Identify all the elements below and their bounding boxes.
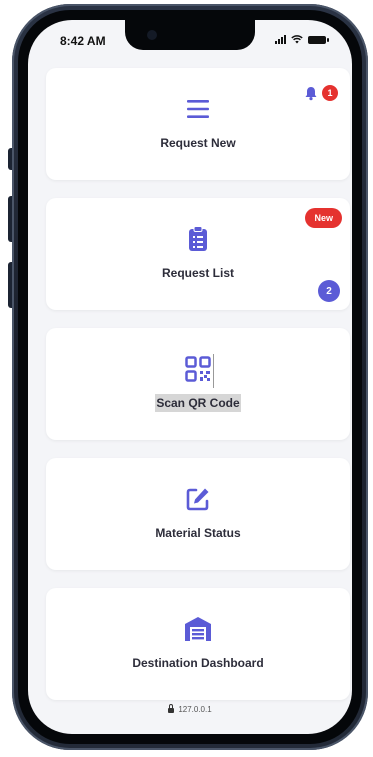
url-text: 127.0.0.1 [178, 705, 212, 714]
scan-qr-code-label-wrap: Scan QR Code [46, 394, 350, 412]
status-time: 8:42 AM [60, 34, 106, 48]
material-status-label: Material Status [155, 526, 241, 540]
notch [125, 20, 255, 50]
destination-dashboard-label: Destination Dashboard [132, 656, 264, 670]
destination-dashboard-card[interactable]: Destination Dashboard [46, 588, 350, 700]
wifi-icon [291, 35, 303, 44]
battery-icon [308, 35, 329, 44]
phone-screen: 8:42 AM Request New 1 Request List New 2… [28, 20, 352, 734]
request-list-label: Request List [161, 266, 234, 280]
stage: 8:42 AM Request New 1 Request List New 2… [0, 0, 373, 757]
scan-qr-code-label: Scan QR Code [155, 394, 241, 412]
request-list-card[interactable]: Request List New 2 [46, 198, 350, 310]
notification-count-badge: 1 [322, 85, 338, 101]
url-bar: 127.0.0.1 [28, 704, 352, 714]
warehouse-icon [183, 614, 213, 644]
hamburger-menu-icon [183, 94, 213, 124]
status-icons [275, 35, 329, 44]
lock-icon [168, 704, 175, 713]
phone-frame: 8:42 AM Request New 1 Request List New 2… [12, 4, 368, 750]
request-count-badge: 2 [318, 280, 340, 302]
clipboard-icon [183, 224, 213, 254]
edit-icon [183, 484, 213, 514]
new-badge: New [305, 208, 342, 228]
scan-qr-code-card[interactable]: Scan QR Code [46, 328, 350, 440]
request-new-label: Request New [160, 136, 236, 150]
material-status-card[interactable]: Material Status [46, 458, 350, 570]
bell-icon[interactable] [304, 86, 318, 106]
text-cursor [213, 354, 214, 388]
request-new-card[interactable]: Request New 1 [46, 68, 350, 180]
phone-bezel: 8:42 AM Request New 1 Request List New 2… [18, 10, 362, 744]
qr-code-icon [183, 354, 213, 384]
signal-icon [275, 35, 286, 44]
